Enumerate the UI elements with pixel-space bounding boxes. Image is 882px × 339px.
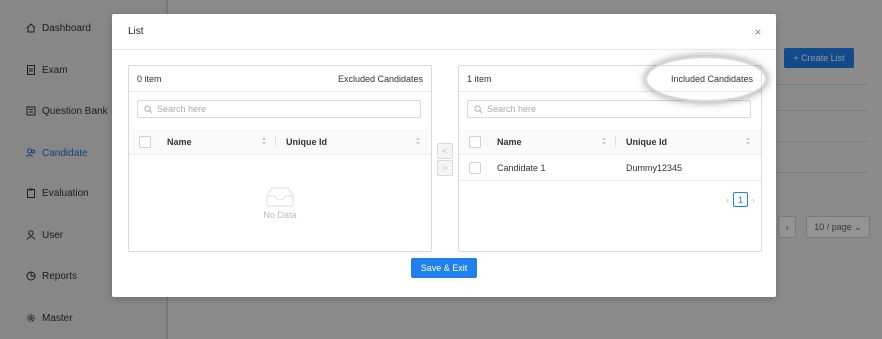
column-header-unique-id[interactable]: Unique Id (286, 137, 327, 147)
column-header-unique-id[interactable]: Unique Id (626, 137, 667, 147)
divider (112, 49, 776, 50)
column-header-name[interactable]: Name (167, 137, 192, 147)
search-icon (144, 104, 153, 113)
table-row[interactable]: Candidate 1 Dummy12345 (459, 155, 761, 181)
column-separator (615, 136, 616, 147)
search-placeholder: Search here (157, 104, 207, 114)
sort-icon[interactable] (261, 136, 267, 146)
move-right-button[interactable]: > (437, 160, 453, 176)
next-page-button[interactable]: › (752, 195, 755, 205)
page-number[interactable]: 1 (733, 192, 748, 207)
save-exit-button[interactable]: Save & Exit (411, 258, 477, 278)
sort-icon[interactable] (601, 136, 607, 146)
close-icon[interactable]: × (752, 26, 764, 38)
modal-title: List (128, 26, 144, 37)
move-left-button[interactable]: < (437, 143, 453, 159)
cell-name: Candidate 1 (497, 163, 546, 173)
annotation-highlight (647, 58, 765, 100)
select-all-checkbox[interactable] (139, 136, 151, 148)
prev-page-button[interactable]: ‹ (726, 195, 729, 205)
search-placeholder: Search here (487, 104, 537, 114)
panel-header: 0 item Excluded Candidates (129, 66, 431, 92)
panel-title: Excluded Candidates (337, 74, 423, 84)
item-count: 1 item (467, 74, 492, 84)
chevron-right-icon: > (442, 163, 448, 173)
empty-state: No Data (254, 186, 306, 220)
select-all-checkbox[interactable] (469, 136, 481, 148)
row-checkbox[interactable] (469, 162, 481, 174)
chevron-left-icon: < (442, 146, 448, 156)
table-header: Name Unique Id (459, 129, 761, 155)
sort-icon[interactable] (745, 136, 751, 146)
sort-icon[interactable] (415, 136, 421, 146)
excluded-candidates-panel: 0 item Excluded Candidates Search here N… (128, 65, 432, 252)
column-header-name[interactable]: Name (497, 137, 522, 147)
pagination: ‹ 1 › (726, 192, 755, 207)
search-input[interactable]: Search here (137, 100, 421, 118)
empty-text: No Data (263, 210, 297, 220)
search-icon (474, 104, 483, 113)
search-input[interactable]: Search here (467, 100, 751, 118)
list-modal: List × 0 item Excluded Candidates Search… (112, 14, 776, 297)
column-separator (275, 136, 276, 147)
cell-unique-id: Dummy12345 (626, 163, 683, 173)
empty-inbox-icon (266, 187, 294, 207)
item-count: 0 item (137, 74, 162, 84)
table-header: Name Unique Id (129, 129, 431, 155)
